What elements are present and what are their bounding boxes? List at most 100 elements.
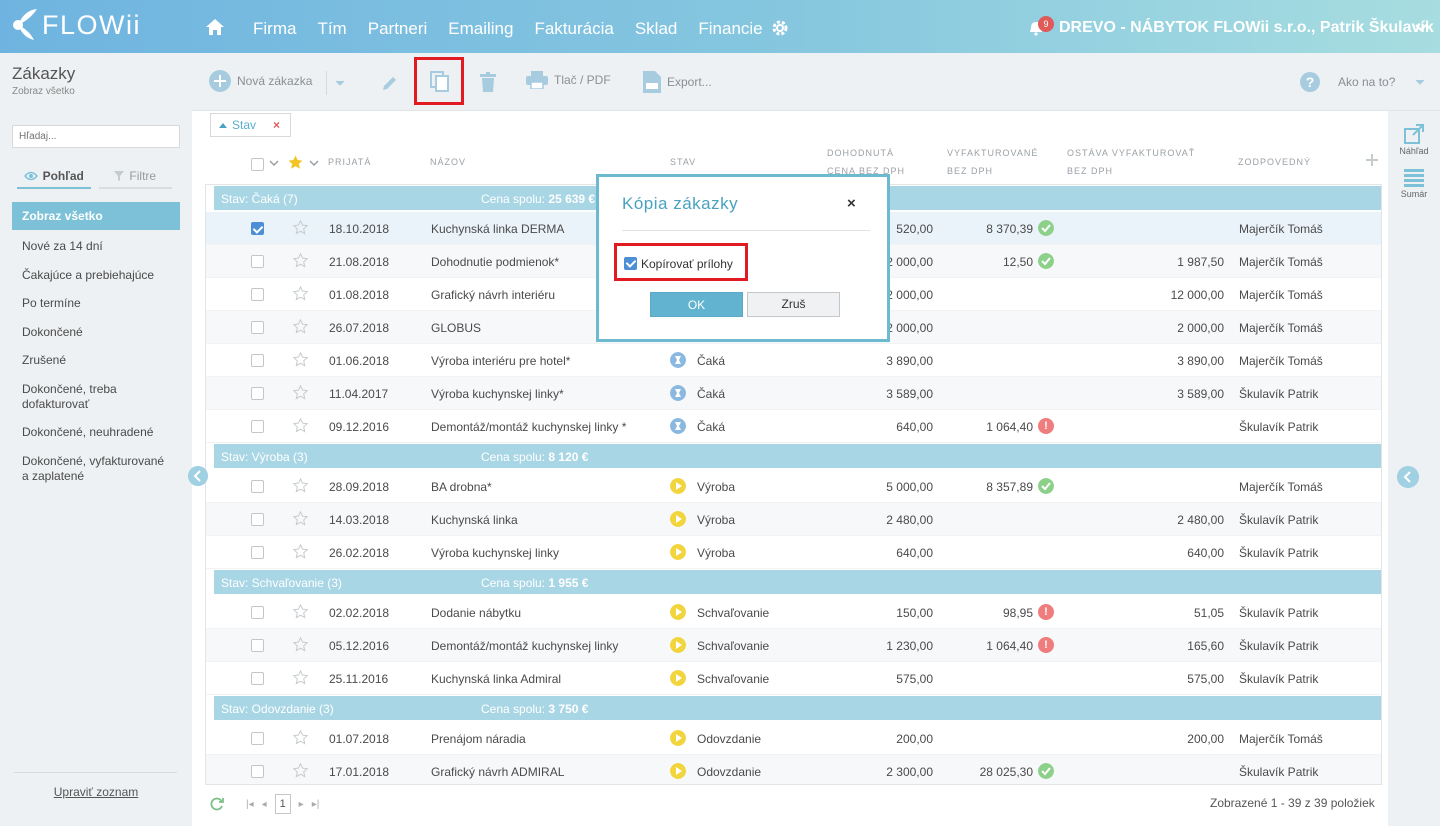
col-received[interactable]: Prijatá	[328, 153, 371, 171]
row-name[interactable]: Grafický návrh ADMIRAL	[431, 765, 564, 779]
refresh-icon[interactable]	[210, 797, 224, 811]
table-row[interactable]: 26.02.2018 Výroba kuchynskej linky Výroba 6…	[206, 536, 1381, 569]
row-name[interactable]: Demontáž/montáž kuchynskej linky	[431, 639, 618, 653]
col-agreed-price[interactable]: Dohodnutá	[827, 144, 894, 162]
star-outline-icon[interactable]	[293, 763, 308, 778]
nav-partneri[interactable]: Partneri	[368, 19, 428, 39]
star-outline-icon[interactable]	[293, 730, 308, 745]
collapse-right-panel-icon[interactable]	[1397, 466, 1419, 488]
row-checkbox[interactable]	[251, 732, 264, 745]
home-icon[interactable]	[205, 18, 225, 36]
row-name[interactable]: GLOBUS	[431, 321, 481, 335]
row-checkbox[interactable]	[251, 765, 264, 778]
row-checkbox[interactable]	[251, 672, 264, 685]
star-outline-icon[interactable]	[293, 604, 308, 619]
page-number-input[interactable]: 1	[274, 794, 291, 814]
filter-chip-status[interactable]: Stav ×	[210, 113, 292, 137]
star-outline-icon[interactable]	[293, 544, 308, 559]
group-header[interactable]: Stav: Výroba (3) Cena spolu: 8 120 €	[214, 444, 1381, 468]
chevron-down-icon[interactable]	[335, 80, 345, 86]
table-row[interactable]: 02.02.2018 Dodanie nábytku Schvaľovanie 150…	[206, 596, 1381, 629]
add-column-icon[interactable]	[1366, 154, 1378, 166]
tab-filters[interactable]: Filtre	[98, 165, 172, 189]
table-row[interactable]: 14.03.2018 Kuchynská linka Výroba 2 480,00 2…	[206, 503, 1381, 536]
row-name[interactable]: Prenájom náradia	[431, 732, 526, 746]
group-header[interactable]: Stav: Odovzdanie (3) Cena spolu: 3 750 €	[214, 696, 1381, 720]
export-button[interactable]: Export...	[643, 71, 712, 93]
col-responsible[interactable]: Zodpovedný	[1238, 153, 1311, 171]
row-name[interactable]: Výroba interiéru pre hotel*	[431, 354, 570, 368]
close-icon[interactable]: ×	[847, 195, 856, 212]
view-item-cancelled[interactable]: Zrušené	[12, 353, 180, 368]
copy-attachments-label[interactable]: Kopírovať prílohy	[641, 257, 733, 271]
last-page-icon[interactable]: ▸|	[312, 799, 320, 810]
row-checkbox[interactable]	[251, 480, 264, 493]
view-item-overdue[interactable]: Po termíne	[12, 296, 180, 311]
view-item-waiting[interactable]: Čakajúce a prebiehajúce	[12, 268, 180, 283]
table-row[interactable]: 28.09.2018 BA drobna* Výroba 5 000,00 8 357,…	[206, 470, 1381, 503]
select-all-checkbox[interactable]	[251, 158, 264, 171]
edit-pencil-icon[interactable]	[381, 74, 399, 92]
row-name[interactable]: BA drobna*	[431, 480, 492, 494]
table-row[interactable]: 11.04.2017 Výroba kuchynskej linky* Čaká 3 …	[206, 377, 1381, 410]
row-checkbox[interactable]	[251, 387, 264, 400]
trash-icon[interactable]	[480, 72, 496, 92]
cancel-button[interactable]: Zruš	[747, 292, 840, 317]
summary-button[interactable]: Sumár	[1388, 169, 1440, 199]
logo[interactable]: FLOWii	[10, 8, 141, 42]
col-name[interactable]: Názov	[430, 153, 466, 171]
star-outline-icon[interactable]	[293, 670, 308, 685]
col-status[interactable]: Stav	[670, 153, 696, 171]
row-checkbox[interactable]	[251, 321, 264, 334]
view-item-new14[interactable]: Nové za 14 dní	[12, 239, 180, 254]
gear-icon[interactable]	[771, 19, 789, 37]
nav-emailing[interactable]: Emailing	[448, 19, 513, 39]
tab-view[interactable]: Pohľad	[17, 165, 91, 189]
new-order-button[interactable]: Nová zákazka	[209, 70, 312, 92]
row-checkbox[interactable]	[251, 288, 264, 301]
row-checkbox[interactable]	[251, 546, 264, 559]
row-name[interactable]: Grafický návrh interiéru	[431, 288, 555, 302]
star-outline-icon[interactable]	[293, 478, 308, 493]
row-name[interactable]: Výroba kuchynskej linky	[431, 546, 559, 560]
star-filled-icon[interactable]	[288, 155, 303, 170]
search-input[interactable]	[12, 125, 180, 148]
row-checkbox[interactable]	[251, 513, 264, 526]
star-outline-icon[interactable]	[293, 220, 308, 235]
table-row[interactable]: 05.12.2016 Demontáž/montáž kuchynskej lin…	[206, 629, 1381, 662]
col-invoiced[interactable]: Vyfakturované	[947, 144, 1038, 162]
nav-tim[interactable]: Tím	[317, 19, 346, 39]
table-row[interactable]: 01.07.2018 Prenájom náradia Odovzdanie 200,…	[206, 722, 1381, 755]
table-row[interactable]: 01.06.2018 Výroba interiéru pre hotel* Čak…	[206, 344, 1381, 377]
star-outline-icon[interactable]	[293, 352, 308, 367]
help-button[interactable]: ? Ako na to?	[1300, 72, 1425, 92]
view-item-all[interactable]: Zobraz všetko	[12, 202, 180, 230]
chevron-down-icon[interactable]	[1415, 22, 1427, 34]
table-row[interactable]: 09.12.2016 Demontáž/montáž kuchynskej lin…	[206, 410, 1381, 443]
row-checkbox[interactable]	[251, 354, 264, 367]
row-checkbox[interactable]	[251, 222, 264, 235]
chevron-down-icon[interactable]	[269, 160, 279, 166]
collapse-left-panel-icon[interactable]	[188, 466, 208, 486]
print-pdf-button[interactable]: Tlač / PDF	[526, 71, 611, 89]
table-row[interactable]: 25.11.2016 Kuchynská linka Admiral Schvaľo…	[206, 662, 1381, 695]
row-checkbox[interactable]	[251, 639, 264, 652]
chevron-down-icon[interactable]	[309, 160, 319, 166]
row-name[interactable]: Výroba kuchynskej linky*	[431, 387, 564, 401]
row-name[interactable]: Kuchynská linka	[431, 513, 518, 527]
next-page-icon[interactable]: ▸	[299, 799, 304, 810]
prev-page-icon[interactable]: ◂	[262, 799, 267, 810]
table-row[interactable]: 17.01.2018 Grafický návrh ADMIRAL Odovzdan…	[206, 755, 1381, 784]
col-remaining[interactable]: Ostáva vyfakturovať	[1067, 144, 1195, 162]
star-outline-icon[interactable]	[293, 286, 308, 301]
row-name[interactable]: Kuchynská linka Admiral	[431, 672, 561, 686]
company-user-menu[interactable]: DREVO - NÁBYTOK FLOWii s.r.o., Patrik Šk…	[1059, 19, 1434, 37]
star-outline-icon[interactable]	[293, 637, 308, 652]
view-item-done-unpaid[interactable]: Dokončené, neuhradené	[12, 425, 180, 440]
star-outline-icon[interactable]	[293, 511, 308, 526]
first-page-icon[interactable]: |◂	[246, 799, 254, 810]
group-header[interactable]: Stav: Schvaľovanie (3) Cena spolu: 1 955…	[214, 570, 1381, 594]
ok-button[interactable]: OK	[650, 292, 743, 317]
row-name[interactable]: Dohodnutie podmienok*	[431, 255, 559, 269]
row-checkbox[interactable]	[251, 255, 264, 268]
